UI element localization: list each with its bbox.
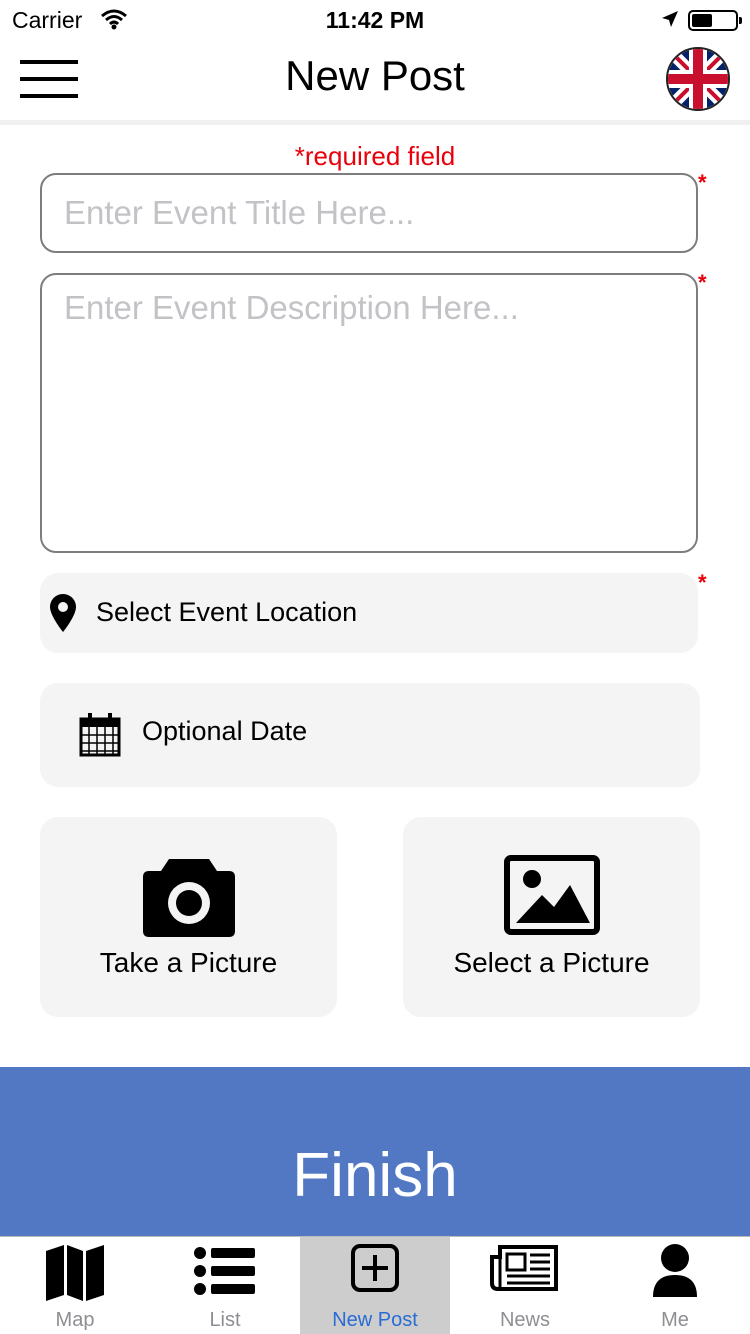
calendar-icon [79, 713, 121, 762]
tab-new-post[interactable]: New Post [300, 1237, 450, 1334]
select-picture-label: Select a Picture [453, 947, 650, 978]
optional-date-button[interactable]: Optional Date [40, 683, 700, 787]
take-picture-label: Take a Picture [99, 947, 278, 978]
camera-icon [40, 855, 337, 944]
select-location-button[interactable]: Select Event Location [40, 573, 698, 653]
required-marker-location: * [698, 570, 707, 595]
nav-divider [0, 120, 750, 125]
page-title: New Post [285, 52, 465, 99]
date-label: Optional Date [142, 716, 308, 746]
tab-label: Map [55, 1309, 95, 1331]
event-description-input[interactable] [40, 273, 698, 553]
tab-label: Me [661, 1309, 689, 1331]
map-pin-icon [50, 594, 76, 637]
status-time: 11:42 PM [325, 7, 425, 33]
tab-map[interactable]: Map [0, 1237, 150, 1334]
finish-button[interactable]: Finish [0, 1067, 750, 1236]
take-picture-button[interactable]: Take a Picture [40, 817, 337, 1017]
event-title-input[interactable] [40, 173, 698, 253]
tab-news[interactable]: News [450, 1237, 600, 1334]
required-marker-title: * [698, 170, 707, 195]
tab-me[interactable]: Me [600, 1237, 750, 1334]
location-label: Select Event Location [96, 597, 358, 627]
status-bar: Carrier 11:42 PM [0, 0, 750, 40]
tab-bar: Map List New Post News Me [0, 1236, 750, 1334]
required-field-note: *required field [294, 141, 456, 171]
tab-list[interactable]: List [150, 1237, 300, 1334]
navigation-bar: New Post [0, 40, 750, 120]
required-marker-description: * [698, 270, 707, 295]
image-icon [403, 855, 700, 940]
location-arrow-icon [660, 9, 680, 34]
tab-label: List [209, 1309, 241, 1331]
user-icon [600, 1243, 750, 1304]
newspaper-icon [450, 1243, 600, 1298]
list-icon [150, 1243, 300, 1304]
plus-square-icon [300, 1243, 450, 1298]
tab-label: New Post [332, 1309, 418, 1331]
tab-label: News [499, 1309, 550, 1331]
uk-flag-icon[interactable] [666, 47, 730, 111]
select-picture-button[interactable]: Select a Picture [403, 817, 700, 1017]
map-icon [0, 1243, 150, 1308]
battery-icon [688, 10, 742, 31]
